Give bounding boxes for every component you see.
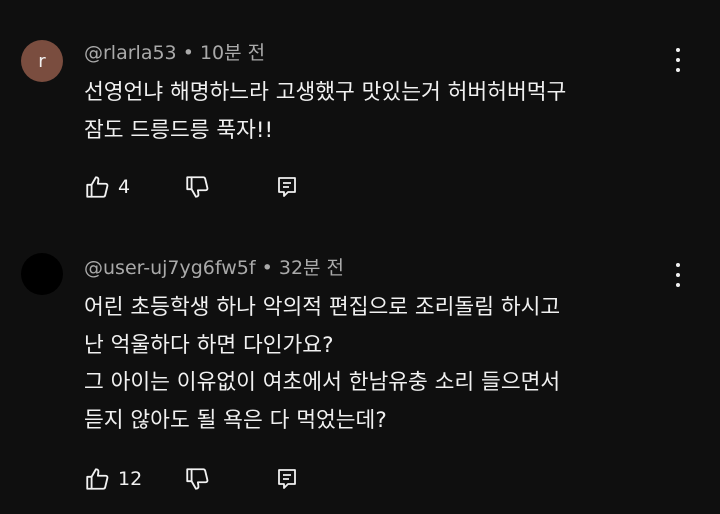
thumbs-up-icon	[86, 176, 109, 198]
more-vert-icon	[676, 263, 680, 267]
comment-text: 어린 초등학생 하나 악의적 편집으로 조리돌림 하시고 난 억울하다 하면 다…	[84, 289, 560, 439]
like-count: 4	[118, 176, 131, 198]
reply-button[interactable]	[276, 175, 298, 199]
comment-meta: @rlarla53 • 10분 전	[84, 38, 265, 65]
thumbs-down-icon	[186, 468, 209, 490]
comment-line: 그 아이는 이유없이 여초에서 한남유충 소리 들으면서	[84, 370, 561, 395]
comment-actions: 12	[84, 464, 298, 494]
avatar-letter: r	[38, 50, 46, 72]
comment-time[interactable]: 10분 전	[200, 42, 265, 64]
thumbs-up-icon	[86, 468, 109, 490]
comment-line: 난 억울하다 하면 다인가요?	[84, 332, 334, 358]
username[interactable]: @rlarla53	[84, 42, 177, 64]
reply-icon	[278, 469, 296, 489]
comment-line: 듣지 않아도 될 욕은 다 먹었는데?	[84, 407, 387, 433]
meta-separator: •	[176, 42, 200, 64]
dislike-button[interactable]	[184, 466, 276, 492]
dislike-button[interactable]	[184, 174, 276, 200]
like-button[interactable]: 12	[84, 466, 184, 492]
comment-meta: @user-uj7yg6fw5f • 32분 전	[84, 253, 344, 280]
comment-line: 어린 초등학생 하나 악의적 편집으로 조리돌림 하시고	[84, 295, 561, 320]
reply-icon	[278, 177, 296, 197]
reply-button[interactable]	[276, 467, 298, 491]
username[interactable]: @user-uj7yg6fw5f	[84, 257, 256, 279]
comment-line: 선영언냐 해명하느라 고생했구 맛있는거 허버허버먹구	[84, 80, 567, 105]
comment-actions: 4	[84, 172, 298, 202]
more-vert-icon	[676, 48, 680, 52]
meta-separator: •	[255, 257, 279, 279]
comment-line: 잠도 드릉드릉 푹자!!	[84, 117, 274, 143]
comment-time[interactable]: 32분 전	[279, 257, 344, 279]
avatar[interactable]	[21, 253, 63, 295]
avatar[interactable]: r	[21, 40, 63, 82]
comment-text: 선영언냐 해명하느라 고생했구 맛있는거 허버허버먹구 잠도 드릉드릉 푹자!!	[84, 74, 566, 149]
thumbs-down-icon	[186, 176, 209, 198]
more-options-button[interactable]	[668, 48, 688, 72]
like-count: 12	[118, 468, 143, 490]
like-button[interactable]: 4	[84, 174, 184, 200]
more-options-button[interactable]	[668, 263, 688, 287]
